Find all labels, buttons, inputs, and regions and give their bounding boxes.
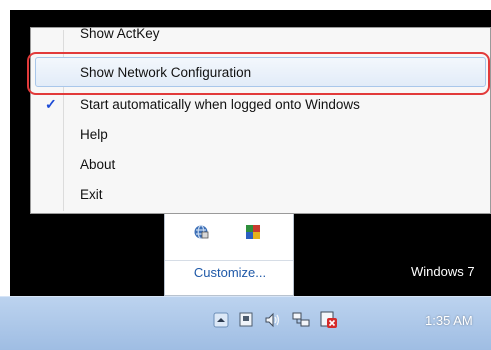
- menu-item-help[interactable]: Help: [35, 119, 486, 149]
- notification-overflow-panel: Customize...: [164, 214, 294, 296]
- menu-item-label: Help: [80, 126, 108, 142]
- checkmark-icon: ✓: [45, 95, 57, 112]
- customize-section: Customize...: [165, 260, 293, 280]
- desktop: Show ActKey Show Network Configuration ✓…: [0, 0, 491, 350]
- customize-link[interactable]: Customize...: [165, 265, 295, 280]
- error-notification-icon[interactable]: [318, 310, 340, 330]
- menu-item-label: Exit: [80, 186, 103, 202]
- volume-speaker-icon[interactable]: [262, 310, 284, 330]
- network-icon[interactable]: [290, 310, 312, 330]
- action-center-flag-icon[interactable]: [236, 310, 256, 330]
- globe-app-icon[interactable]: [193, 224, 209, 240]
- menu-item-label: About: [80, 156, 116, 172]
- show-hidden-icons-arrow-icon[interactable]: [212, 310, 230, 330]
- menu-item-about[interactable]: About: [35, 149, 486, 179]
- menu-item-exit[interactable]: Exit: [35, 179, 486, 209]
- taskbar-clock[interactable]: 1:35 AM: [425, 313, 473, 328]
- menu-item-show-actkey[interactable]: Show ActKey: [35, 22, 486, 44]
- windows-watermark: Windows 7: [411, 264, 475, 279]
- actkey-app-icon[interactable]: [245, 224, 261, 240]
- highlight-annotation-box: [27, 52, 490, 95]
- menu-item-label: Start automatically when logged onto Win…: [80, 96, 360, 112]
- menu-item-label: Show ActKey: [80, 26, 160, 41]
- taskbar: 1:35 AM: [0, 296, 491, 350]
